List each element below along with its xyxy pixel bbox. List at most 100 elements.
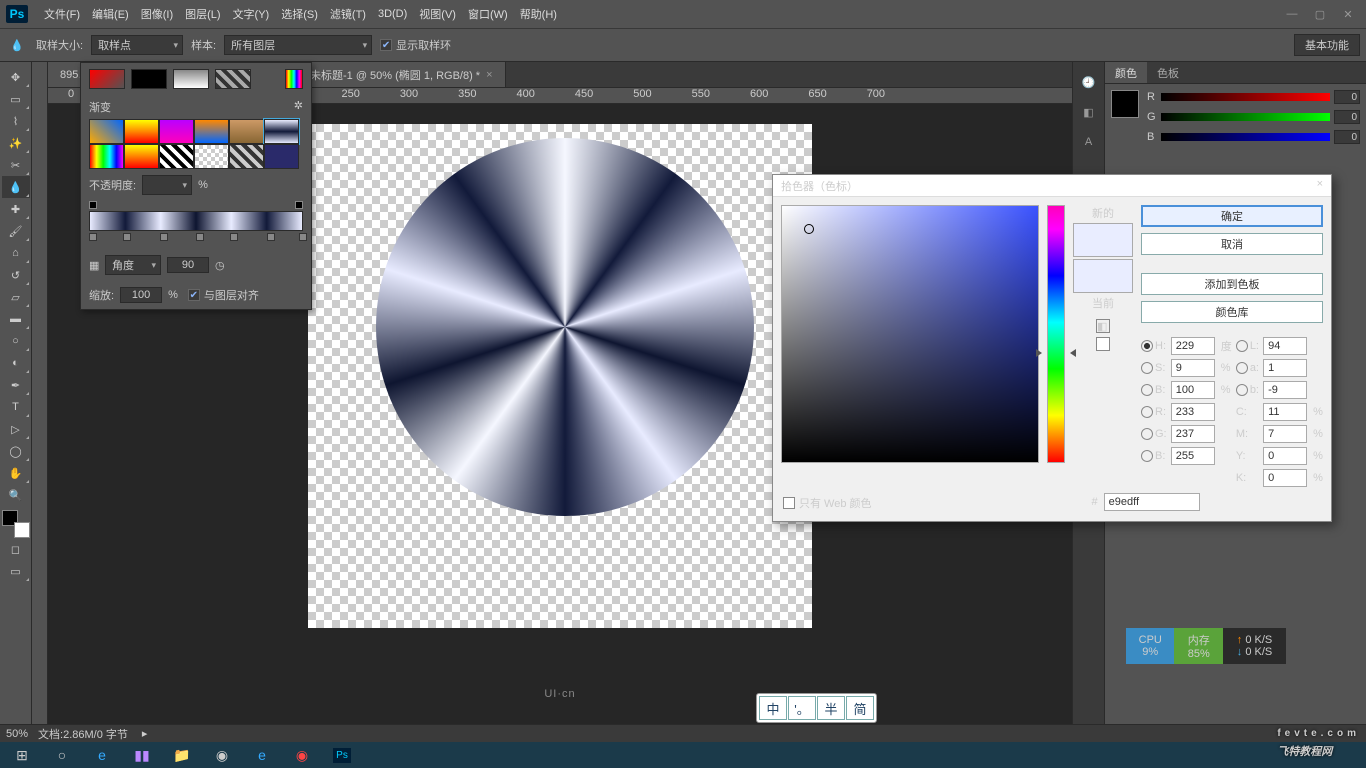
a-input[interactable] xyxy=(1263,359,1307,377)
tb-music[interactable]: ◉ xyxy=(284,743,320,767)
fg-bg-swatches[interactable] xyxy=(2,510,30,538)
window-minimize[interactable]: — xyxy=(1280,6,1304,22)
h-input[interactable] xyxy=(1171,337,1215,355)
ime-punct[interactable]: '。 xyxy=(788,696,816,720)
tool-dodge[interactable]: ◐ xyxy=(2,352,30,374)
tool-history-brush[interactable]: ↺ xyxy=(2,264,30,286)
tool-eraser[interactable]: ▱ xyxy=(2,286,30,308)
menu-image[interactable]: 图像(I) xyxy=(135,2,179,26)
spectrum-icon[interactable] xyxy=(285,69,303,89)
tool-type[interactable]: T xyxy=(2,396,30,418)
c-input[interactable] xyxy=(1263,403,1307,421)
radio-h[interactable] xyxy=(1141,340,1153,352)
tool-blur[interactable]: ○ xyxy=(2,330,30,352)
grad-style-2[interactable] xyxy=(131,69,167,89)
preset[interactable] xyxy=(89,144,124,169)
menu-type[interactable]: 文字(Y) xyxy=(227,2,276,26)
b-input[interactable] xyxy=(1334,130,1360,144)
character-icon[interactable]: A xyxy=(1077,130,1101,154)
menu-window[interactable]: 窗口(W) xyxy=(462,2,514,26)
radio-lab-b[interactable] xyxy=(1236,384,1248,396)
tb-vs[interactable]: ▮▮ xyxy=(124,743,160,767)
l-input[interactable] xyxy=(1263,337,1307,355)
preset[interactable] xyxy=(159,144,194,169)
show-ring-checkbox[interactable]: ✔显示取样环 xyxy=(380,37,451,53)
g-input[interactable] xyxy=(1171,425,1215,443)
tool-quickmask[interactable]: ◻ xyxy=(2,538,30,560)
tool-zoom[interactable]: 🔍 xyxy=(2,484,30,506)
hex-input[interactable] xyxy=(1104,493,1200,511)
hue-slider[interactable] xyxy=(1047,205,1065,463)
radio-bc[interactable] xyxy=(1141,450,1153,462)
gradient-bar[interactable] xyxy=(89,211,303,231)
angle-input[interactable] xyxy=(167,257,209,273)
tool-brush[interactable]: 🖌 xyxy=(2,220,30,242)
menu-edit[interactable]: 编辑(E) xyxy=(86,2,135,26)
tb-app1[interactable]: ◉ xyxy=(204,743,240,767)
sb-cursor[interactable] xyxy=(804,224,814,234)
preset[interactable] xyxy=(124,119,159,144)
gradient-menu-icon[interactable]: ✲ xyxy=(294,99,303,115)
tool-wand[interactable]: ✨ xyxy=(2,132,30,154)
scale-input[interactable] xyxy=(120,287,162,303)
menu-file[interactable]: 文件(F) xyxy=(38,2,86,26)
tb-photoshop[interactable]: Ps xyxy=(324,743,360,767)
tb-explorer[interactable]: 📁 xyxy=(164,743,200,767)
tool-crop[interactable]: ✂ xyxy=(2,154,30,176)
g-input[interactable] xyxy=(1334,110,1360,124)
grad-style-1[interactable] xyxy=(89,69,125,89)
color-stop[interactable] xyxy=(160,233,168,241)
color-stop[interactable] xyxy=(230,233,238,241)
menu-view[interactable]: 视图(V) xyxy=(413,2,462,26)
sample-dropdown[interactable]: 所有图层 xyxy=(224,35,372,55)
tool-eyedropper[interactable]: 💧 xyxy=(2,176,30,198)
eyedropper-icon[interactable]: 💧 xyxy=(6,34,28,56)
opacity-dropdown[interactable] xyxy=(142,175,192,195)
preset[interactable] xyxy=(229,144,264,169)
ime-cn[interactable]: 中 xyxy=(759,696,787,720)
workspace-switcher[interactable]: 基本功能 xyxy=(1294,34,1360,56)
document-tab-2[interactable]: 未标题-1 @ 50% (椭圆 1, RGB/8) *× xyxy=(298,62,506,87)
grad-style-3[interactable] xyxy=(173,69,209,89)
websafe-swatch[interactable] xyxy=(1096,337,1110,351)
align-checkbox[interactable]: ✔与图层对齐 xyxy=(188,287,259,303)
preset[interactable] xyxy=(264,144,299,169)
radio-r[interactable] xyxy=(1141,406,1153,418)
tool-hand[interactable]: ✋ xyxy=(2,462,30,484)
ime-half[interactable]: 半 xyxy=(817,696,845,720)
properties-icon[interactable]: ◧ xyxy=(1077,100,1101,124)
saturation-brightness-field[interactable] xyxy=(781,205,1039,463)
preset-selected[interactable] xyxy=(264,119,299,144)
sample-size-dropdown[interactable]: 取样点 xyxy=(91,35,183,55)
ime-simp[interactable]: 简 xyxy=(846,696,874,720)
opacity-stop-left[interactable] xyxy=(89,201,97,209)
opacity-stop-right[interactable] xyxy=(295,201,303,209)
g-slider[interactable] xyxy=(1161,113,1330,121)
menu-layer[interactable]: 图层(L) xyxy=(179,2,226,26)
radio-g[interactable] xyxy=(1141,428,1153,440)
menu-help[interactable]: 帮助(H) xyxy=(514,2,563,26)
tool-gradient[interactable]: ▬ xyxy=(2,308,30,330)
tab-swatches[interactable]: 色板 xyxy=(1147,62,1189,83)
preset[interactable] xyxy=(124,144,159,169)
angle-dial-icon[interactable]: ◷ xyxy=(215,259,225,272)
r-input[interactable] xyxy=(1171,403,1215,421)
start-button[interactable]: ⊞ xyxy=(4,743,40,767)
preset[interactable] xyxy=(229,119,264,144)
menu-3d[interactable]: 3D(D) xyxy=(372,4,413,24)
tb-ie[interactable]: e xyxy=(244,743,280,767)
bc-input[interactable] xyxy=(1171,447,1215,465)
radio-l[interactable] xyxy=(1236,340,1248,352)
web-only-checkbox[interactable]: 只有 Web 颜色 xyxy=(783,495,872,511)
tool-shape[interactable]: ◯ xyxy=(2,440,30,462)
tool-screen-mode[interactable]: ▭ xyxy=(2,560,30,582)
cube-icon[interactable]: ◧ xyxy=(1096,319,1110,333)
tool-marquee[interactable]: ▭ xyxy=(2,88,30,110)
r-slider[interactable] xyxy=(1161,93,1330,101)
k-input[interactable] xyxy=(1263,469,1307,487)
window-close[interactable]: ✕ xyxy=(1336,6,1360,22)
b-slider[interactable] xyxy=(1161,133,1330,141)
tool-heal[interactable]: ✚ xyxy=(2,198,30,220)
lab-b-input[interactable] xyxy=(1263,381,1307,399)
color-libraries-button[interactable]: 颜色库 xyxy=(1141,301,1323,323)
